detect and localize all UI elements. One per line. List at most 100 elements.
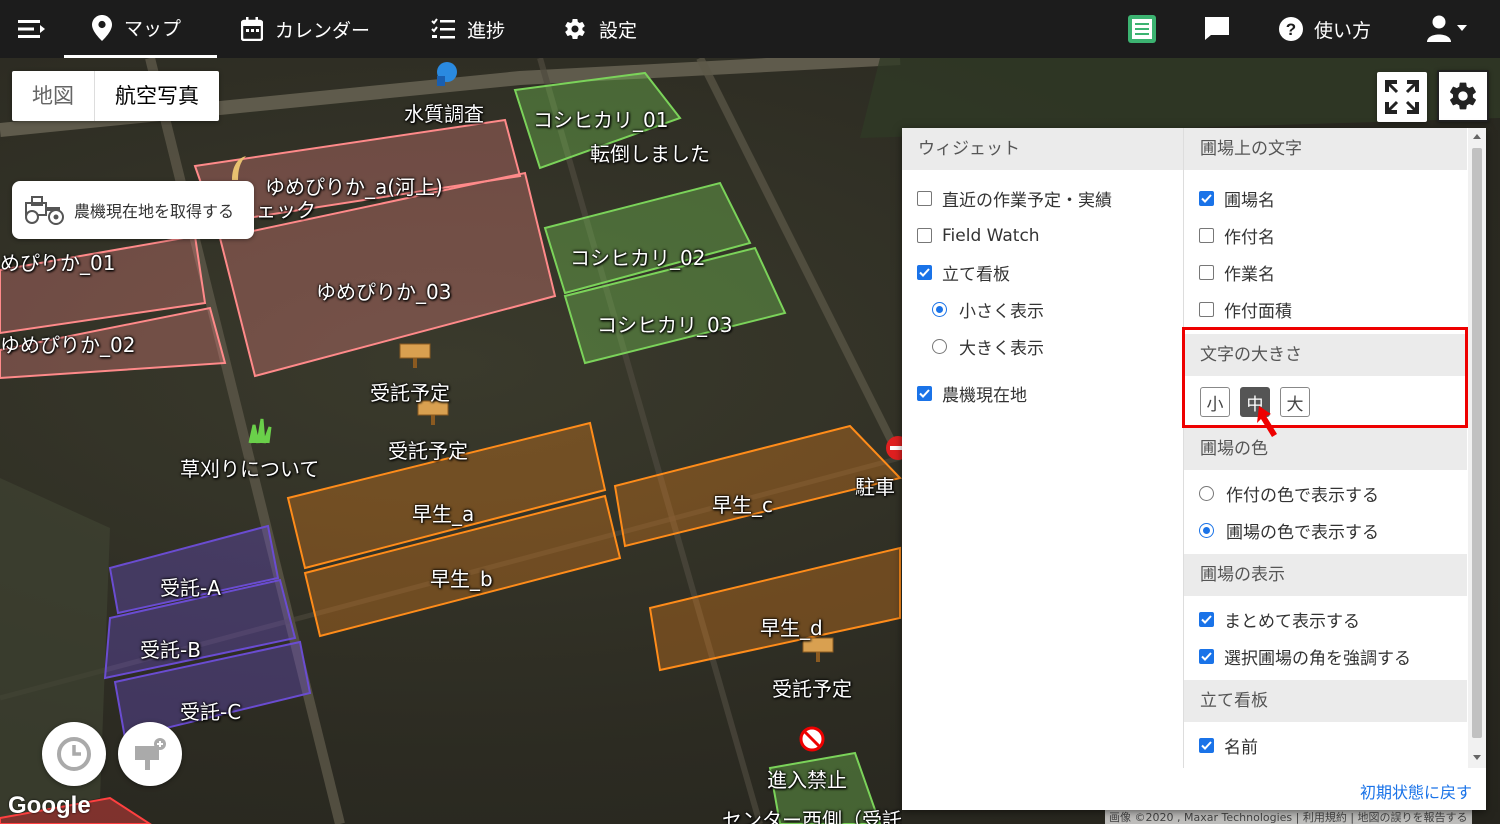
fullscreen-button[interactable] — [1377, 72, 1427, 122]
help-label: 使い方 — [1314, 19, 1372, 42]
field-label: 草刈りについて — [180, 457, 320, 481]
map-type-satellite-button[interactable]: 航空写真 — [95, 71, 219, 121]
checkbox[interactable] — [1199, 228, 1214, 243]
widget-option-large-display[interactable]: 大きく表示 — [902, 328, 1183, 365]
signboard-icon[interactable] — [398, 340, 432, 370]
field-display-header: 圃場の表示 — [1184, 554, 1467, 596]
signboard-header: 立て看板 — [1184, 680, 1467, 722]
highlight-box — [1182, 327, 1468, 428]
water-marker-icon[interactable] — [432, 60, 460, 94]
checkbox-checked[interactable] — [1199, 612, 1214, 627]
field-label: 受託-B — [140, 638, 201, 662]
widget-option-tractor-location[interactable]: 農機現在地 — [902, 375, 1183, 412]
widget-option-recent-tasks[interactable]: 直近の作業予定・実績 — [902, 180, 1183, 217]
reset-to-default-link[interactable]: 初期状態に戻す — [1360, 779, 1472, 803]
field-label: コシヒカリ_01 — [533, 108, 669, 132]
checkbox-checked[interactable] — [1199, 738, 1214, 753]
field-settings-column: 圃場上の文字 圃場名 作付名 作業名 作付面積 文字の大きさ 小 中 大 圃場の… — [1184, 128, 1467, 768]
rice-icon[interactable] — [226, 154, 252, 182]
checkbox[interactable] — [917, 228, 932, 243]
help-link[interactable]: ? 使い方 — [1278, 0, 1371, 58]
radio-selected[interactable] — [1199, 523, 1214, 538]
radio[interactable] — [1199, 486, 1214, 501]
scroll-down-icon[interactable] — [1472, 754, 1482, 762]
field-label: コシヒカリ_03 — [597, 313, 733, 337]
checkbox-checked[interactable] — [917, 265, 932, 280]
option-label: 作付面積 — [1224, 302, 1292, 322]
widget-header: ウィジェット — [902, 128, 1183, 170]
tab-settings[interactable]: 設定 — [563, 0, 637, 58]
panel-scrollbar[interactable] — [1468, 128, 1486, 768]
add-signboard-button[interactable] — [118, 722, 182, 786]
no-entry-icon[interactable] — [798, 725, 826, 753]
help-icon: ? — [1279, 17, 1303, 41]
fullscreen-icon — [1385, 80, 1419, 114]
tab-map[interactable]: マップ — [64, 0, 217, 58]
chat-icon[interactable] — [1203, 15, 1231, 45]
menu-icon[interactable] — [18, 17, 46, 41]
user-icon[interactable] — [1427, 14, 1471, 48]
field-color-option-field[interactable]: 圃場の色で表示する — [1184, 512, 1467, 549]
field-display-option-corners[interactable]: 選択圃場の角を強調する — [1184, 638, 1467, 675]
field-label: 早生_a — [412, 502, 475, 526]
widget-option-small-display[interactable]: 小さく表示 — [902, 291, 1183, 328]
widget-column: ウィジェット 直近の作業予定・実績 Field Watch 立て看板 小さく表示… — [902, 128, 1184, 768]
field-color-header: 圃場の色 — [1184, 428, 1467, 470]
field-label: 受託-C — [180, 700, 242, 724]
widget-option-field-watch[interactable]: Field Watch — [902, 217, 1183, 254]
checkbox-checked[interactable] — [917, 386, 932, 401]
option-label: 大きく表示 — [959, 339, 1044, 359]
checkbox-checked[interactable] — [1199, 191, 1214, 206]
history-button[interactable] — [42, 722, 106, 786]
grass-icon[interactable] — [246, 415, 274, 445]
checkbox[interactable] — [1199, 302, 1214, 317]
field-label: コシヒカリ_02 — [570, 246, 706, 270]
field-label: 早生_c — [712, 493, 773, 517]
map-type-toggle: 地図 航空写真 — [12, 71, 219, 121]
field-label: 受託予定 — [772, 677, 852, 701]
notebook-icon[interactable] — [1126, 13, 1158, 49]
option-label: 作付の色で表示する — [1226, 486, 1379, 506]
map-type-map-button[interactable]: 地図 — [12, 71, 95, 121]
field-label: 進入禁止 — [767, 768, 847, 792]
field-text-option-crop[interactable]: 作付名 — [1184, 217, 1467, 254]
gear-icon — [565, 19, 585, 40]
map-attribution[interactable]: 画像 ©2020 , Maxar Technologies | 利用規約 | 地… — [1105, 808, 1472, 824]
get-tractor-location-button[interactable]: 農機現在地を取得する — [12, 181, 254, 239]
scrollbar-thumb[interactable] — [1472, 148, 1482, 738]
tab-progress[interactable]: 進捗 — [431, 0, 505, 58]
no-parking-icon[interactable] — [884, 434, 904, 462]
top-nav-bar: マップ カレンダー 進捗 設定 ? 使い方 — [0, 0, 1500, 58]
checkbox[interactable] — [1199, 265, 1214, 280]
field-text-option-task[interactable]: 作業名 — [1184, 254, 1467, 291]
field-text-option-name[interactable]: 圃場名 — [1184, 180, 1467, 217]
checkbox[interactable] — [917, 191, 932, 206]
option-label: Field Watch — [942, 225, 1040, 246]
tab-calendar[interactable]: カレンダー — [241, 0, 370, 58]
signboard-option-name[interactable]: 名前 — [1184, 727, 1467, 764]
field-label: ゆめぴりか_02 — [0, 333, 136, 357]
field-text-option-area[interactable]: 作付面積 — [1184, 291, 1467, 328]
field-label: ェック — [256, 198, 316, 222]
red-arrow-icon — [1257, 406, 1277, 437]
tab-settings-label: 設定 — [599, 19, 638, 42]
field-display-option-group[interactable]: まとめて表示する — [1184, 601, 1467, 638]
map-pin-icon — [92, 14, 112, 41]
map-settings-button[interactable] — [1437, 70, 1489, 122]
tractor-icon — [25, 196, 64, 225]
checkbox-checked[interactable] — [1199, 649, 1214, 664]
option-label: 小さく表示 — [959, 302, 1044, 322]
option-label: 直近の作業予定・実績 — [942, 191, 1112, 211]
list-icon — [431, 18, 455, 39]
field-label: 水質調査 — [404, 102, 484, 126]
scroll-up-icon[interactable] — [1472, 132, 1482, 140]
tab-calendar-label: カレンダー — [275, 19, 371, 42]
clock-icon — [57, 737, 91, 771]
svg-text:?: ? — [1286, 20, 1296, 39]
radio[interactable] — [932, 339, 947, 354]
field-label: 受託予定 — [388, 439, 468, 463]
widget-option-signboard[interactable]: 立て看板 — [902, 254, 1183, 291]
field-color-option-crop[interactable]: 作付の色で表示する — [1184, 475, 1467, 512]
radio-selected[interactable] — [932, 302, 947, 317]
field-label: 早生_b — [430, 567, 493, 591]
